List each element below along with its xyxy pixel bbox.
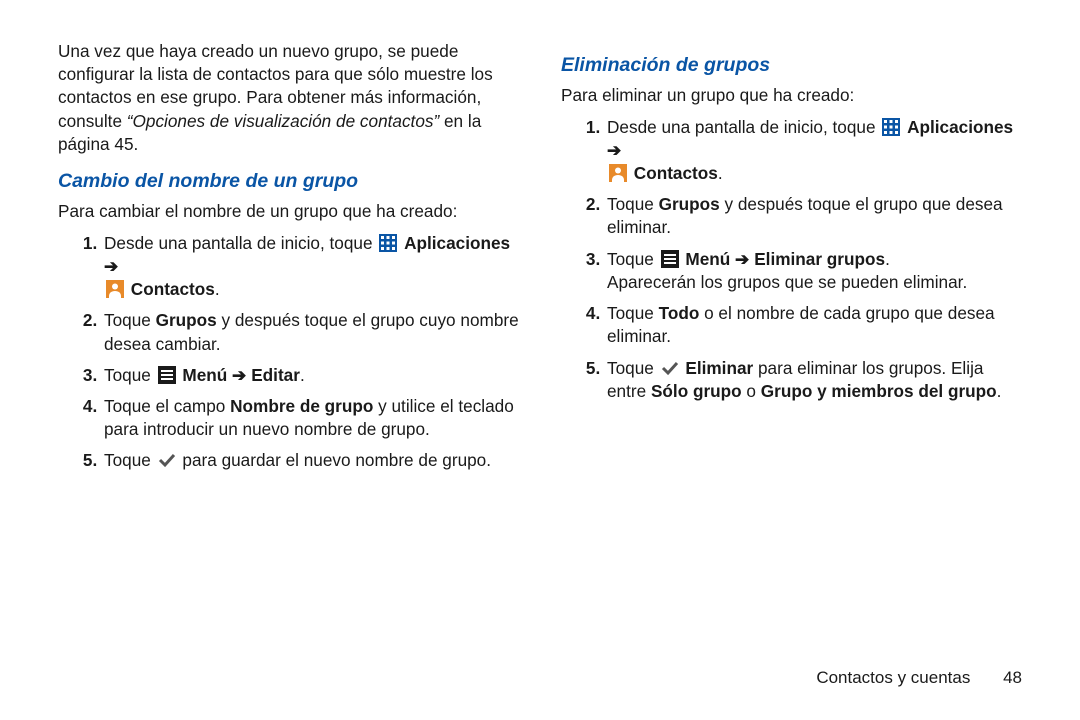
step3-text-a: Toque xyxy=(607,249,659,269)
step-5: Toque Eliminar para eliminar los grupos.… xyxy=(605,357,1022,403)
heading-rename-group: Cambio del nombre de un grupo xyxy=(58,168,519,194)
steps-delete: Desde una pantalla de inicio, toque Apli… xyxy=(561,116,1022,403)
label-groups: Grupos xyxy=(659,194,720,214)
step1-text-a: Desde una pantalla de inicio, toque xyxy=(104,233,377,253)
checkmark-icon xyxy=(158,451,176,469)
step4-text-a: Toque xyxy=(607,303,659,323)
right-column: Eliminación de grupos Para eliminar un g… xyxy=(561,40,1022,720)
step-1: Desde una pantalla de inicio, toque Apli… xyxy=(605,116,1022,186)
apps-icon xyxy=(882,118,900,136)
step2-text-a: Toque xyxy=(104,310,156,330)
label-contacts: Contactos xyxy=(634,163,718,183)
step3-text-a: Toque xyxy=(104,365,156,385)
lede-rename: Para cambiar el nombre de un grupo que h… xyxy=(58,200,519,223)
step-2: Toque Grupos y después toque el grupo cu… xyxy=(102,309,519,355)
step2-text-a: Toque xyxy=(607,194,659,214)
left-column: Una vez que haya creado un nuevo grupo, … xyxy=(58,40,519,720)
checkmark-icon xyxy=(661,359,679,377)
menu-icon xyxy=(158,366,176,384)
contacts-icon xyxy=(609,164,627,182)
footer-section: Contactos y cuentas xyxy=(816,668,970,687)
label-all: Todo xyxy=(659,303,700,323)
page-footer: Contactos y cuentas 48 xyxy=(816,668,1022,688)
intro-paragraph: Una vez que haya creado un nuevo grupo, … xyxy=(58,40,519,156)
label-delete: Eliminar xyxy=(685,358,753,378)
apps-icon xyxy=(379,234,397,252)
page-number: 48 xyxy=(1003,668,1022,688)
label-menu: Menú xyxy=(182,365,227,385)
step-1: Desde una pantalla de inicio, toque Apli… xyxy=(102,232,519,302)
step-4: Toque Todo o el nombre de cada grupo que… xyxy=(605,302,1022,348)
step4-text-a: Toque el campo xyxy=(104,396,230,416)
label-menu: Menú xyxy=(685,249,730,269)
step3-more: Aparecerán los grupos que se pueden elim… xyxy=(607,272,967,292)
period: . xyxy=(885,249,890,269)
steps-rename: Desde una pantalla de inicio, toque Apli… xyxy=(58,232,519,473)
step1-text-a: Desde una pantalla de inicio, toque xyxy=(607,117,880,137)
step5-or: o xyxy=(742,381,761,401)
step-3: Toque Menú ➔ Eliminar grupos. Aparecerán… xyxy=(605,248,1022,294)
menu-icon xyxy=(661,250,679,268)
label-applications: Aplicaciones xyxy=(404,233,510,253)
label-edit: Editar xyxy=(251,365,300,385)
label-group-members: Grupo y miembros del grupo xyxy=(761,381,997,401)
label-contacts: Contactos xyxy=(131,279,215,299)
period: . xyxy=(300,365,305,385)
period: . xyxy=(718,163,723,183)
label-applications: Aplicaciones xyxy=(907,117,1013,137)
step-5: Toque para guardar el nuevo nombre de gr… xyxy=(102,449,519,472)
intro-ref: “Opciones de visualización de contactos” xyxy=(127,111,439,131)
period: . xyxy=(997,381,1002,401)
step5-text-a: Toque xyxy=(104,450,156,470)
step-3: Toque Menú ➔ Editar. xyxy=(102,364,519,387)
label-groups: Grupos xyxy=(156,310,217,330)
label-group-name: Nombre de grupo xyxy=(230,396,373,416)
step5-text-b: para guardar el nuevo nombre de grupo. xyxy=(182,450,491,470)
contacts-icon xyxy=(106,280,124,298)
label-only-group: Sólo grupo xyxy=(651,381,742,401)
arrow-icon: ➔ xyxy=(227,365,251,385)
period: . xyxy=(215,279,220,299)
heading-delete-groups: Eliminación de grupos xyxy=(561,52,1022,78)
step5-text-a: Toque xyxy=(607,358,659,378)
label-delete-groups: Eliminar grupos xyxy=(754,249,885,269)
step-4: Toque el campo Nombre de grupo y utilice… xyxy=(102,395,519,441)
lede-delete: Para eliminar un grupo que ha creado: xyxy=(561,84,1022,107)
arrow-icon: ➔ xyxy=(104,256,118,276)
page: Una vez que haya creado un nuevo grupo, … xyxy=(0,0,1080,720)
arrow-icon: ➔ xyxy=(607,140,621,160)
arrow-icon: ➔ xyxy=(730,249,754,269)
step-2: Toque Grupos y después toque el grupo qu… xyxy=(605,193,1022,239)
